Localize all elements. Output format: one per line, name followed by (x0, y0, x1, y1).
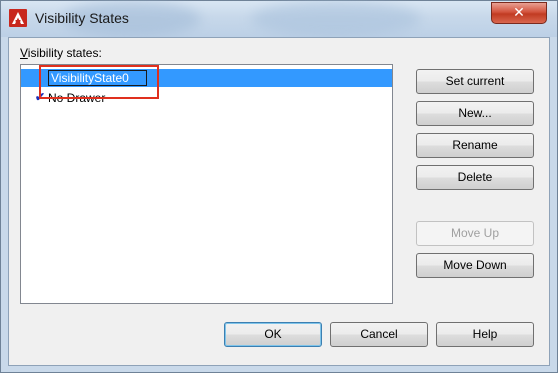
help-button[interactable]: Help (436, 322, 534, 347)
title-bar[interactable]: Visibility States ✕ (1, 1, 557, 37)
title-bar-glow (251, 1, 421, 37)
visibility-states-dialog: Visibility States ✕ Visibility states: V… (0, 0, 558, 373)
move-down-button[interactable]: Move Down (416, 253, 534, 278)
close-button[interactable]: ✕ (491, 2, 547, 24)
annotation-highlight-box (39, 65, 159, 99)
set-current-button[interactable]: Set current (416, 69, 534, 94)
visibility-states-list[interactable]: VisibilityState0 ✔ No Drawer (20, 64, 393, 304)
label-text: isibility states: (27, 46, 102, 60)
rename-button[interactable]: Rename (416, 133, 534, 158)
autocad-a-icon (9, 9, 27, 27)
dialog-body: Visibility states: VisibilityState0 ✔ No… (8, 37, 550, 366)
ok-button[interactable]: OK (224, 322, 322, 347)
dialog-title: Visibility States (35, 10, 129, 26)
cancel-button[interactable]: Cancel (330, 322, 428, 347)
delete-button[interactable]: Delete (416, 165, 534, 190)
new-button[interactable]: New... (416, 101, 534, 126)
label-mnemonic: V (20, 46, 28, 60)
visibility-states-label: Visibility states: (20, 46, 102, 60)
move-up-button[interactable]: Move Up (416, 221, 534, 246)
